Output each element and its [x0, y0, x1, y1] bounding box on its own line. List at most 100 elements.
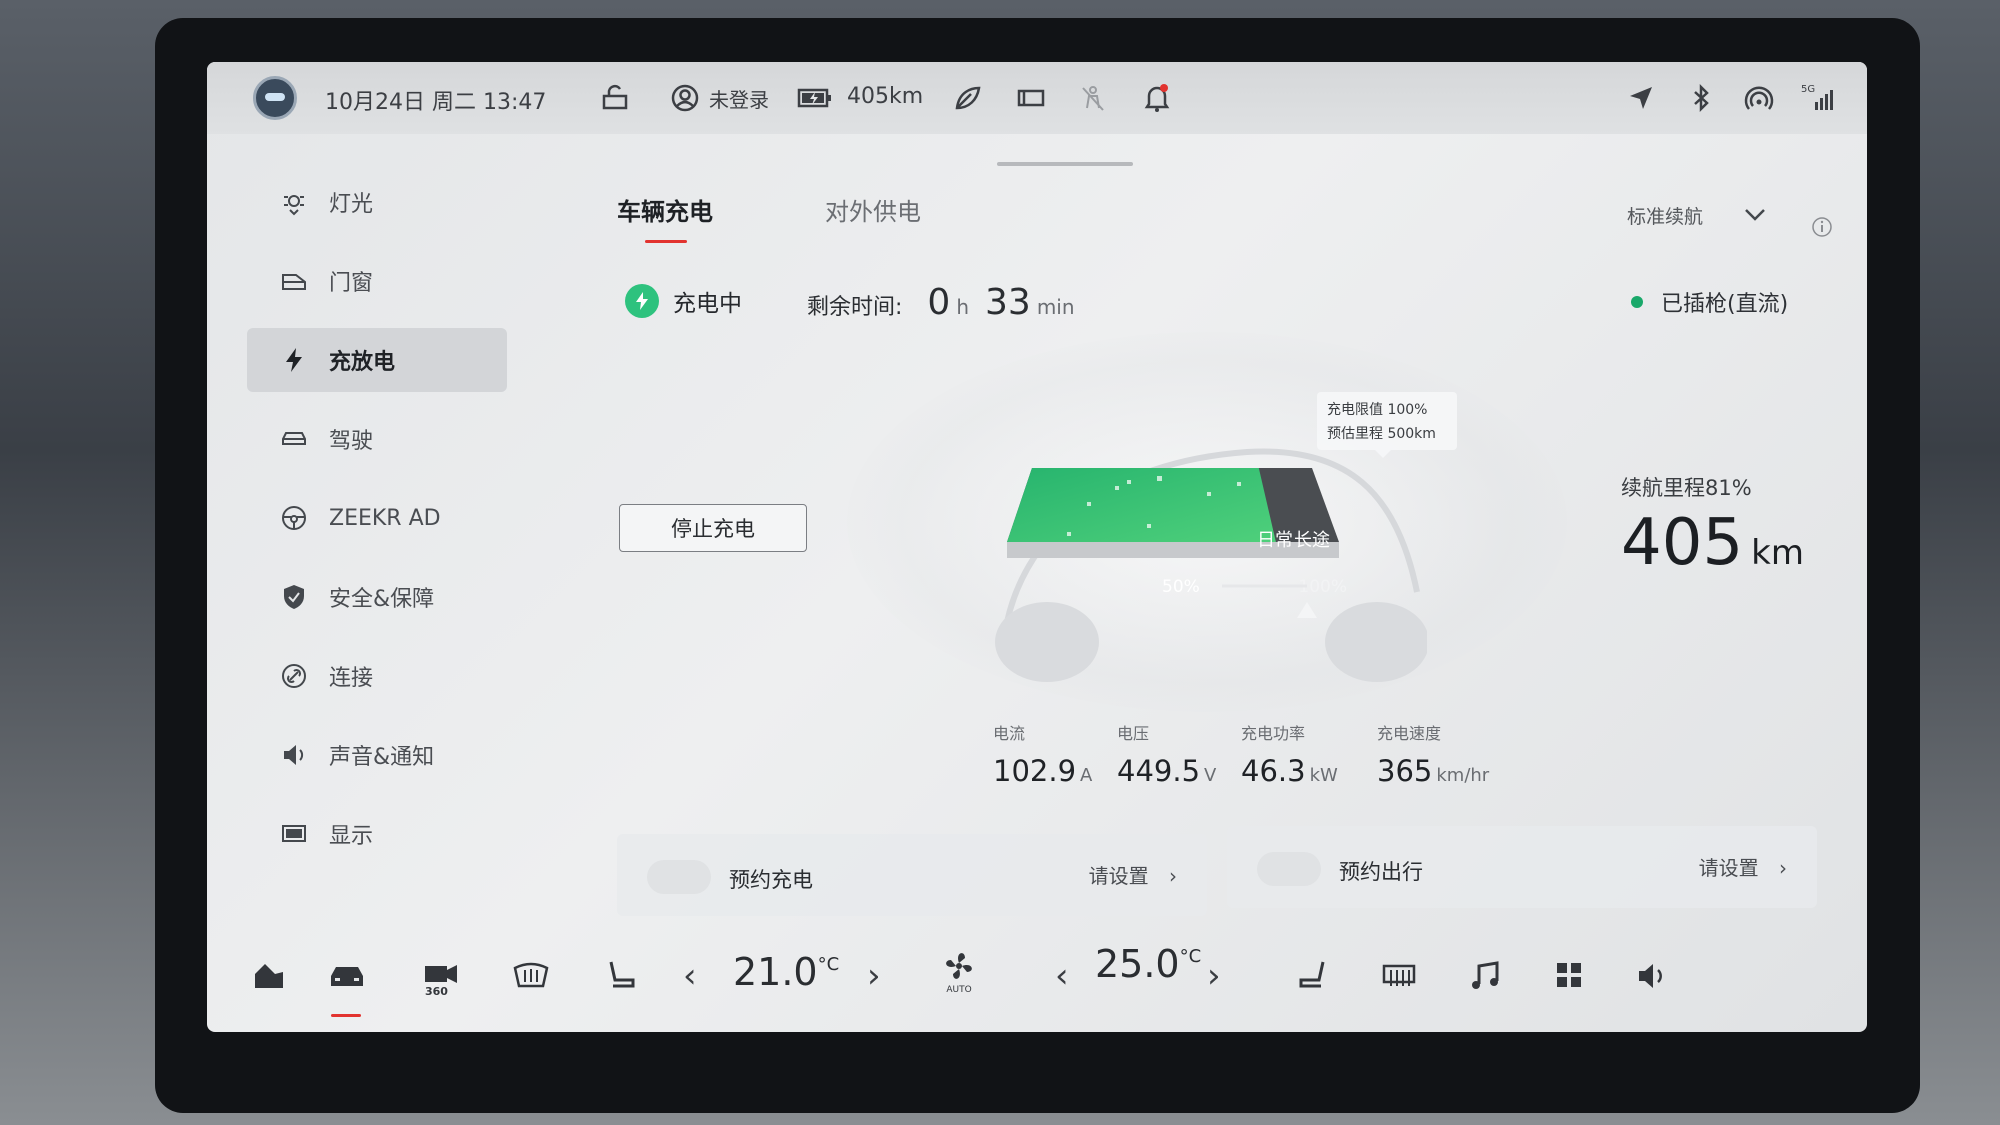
- user-icon[interactable]: [669, 82, 701, 114]
- chevron-down-icon: [1743, 206, 1767, 228]
- charging-status-text: 充电中: [673, 291, 742, 317]
- tab-vehicle-charging[interactable]: 车辆充电: [617, 192, 713, 227]
- home-icon[interactable]: [247, 958, 291, 1002]
- metric-unit: V: [1204, 765, 1217, 786]
- sidebar-item-label: 安全&保障: [329, 587, 435, 612]
- plug-status-text: 已插枪(直流): [1661, 292, 1789, 317]
- stop-charging-button[interactable]: 停止充电: [619, 504, 807, 552]
- battery-scale-min: 50%: [1162, 577, 1200, 597]
- apps-grid-icon[interactable]: [1547, 958, 1591, 1002]
- left-temp-value: 21.0: [733, 950, 818, 994]
- datetime: 10月24日 周二 13:47: [325, 90, 547, 115]
- temp-unit: °C: [1179, 946, 1202, 967]
- metric-label: 充电功率: [1241, 724, 1306, 743]
- music-icon[interactable]: [1463, 958, 1507, 1002]
- battery-range-status: 405km: [847, 84, 924, 109]
- charging-bolt-icon: [625, 284, 659, 318]
- active-dock-indicator: [331, 1014, 361, 1017]
- lightning-icon: [279, 345, 309, 375]
- scheduled-departure-toggle[interactable]: [1257, 852, 1321, 886]
- remaining-minutes: 33: [985, 282, 1031, 323]
- plug-status-dot: [1631, 296, 1643, 308]
- car-screen: 10月24日 周二 13:47 未登录 405km 5G 灯光 门窗 充放电 驾…: [207, 62, 1867, 1032]
- range-label: 续航里程81%: [1621, 476, 1752, 500]
- temp-unit: °C: [817, 954, 840, 975]
- headlight-icon: [279, 187, 309, 217]
- sidebar-item-doors-windows[interactable]: 门窗: [247, 249, 507, 313]
- right-temp-value: 25.0: [1095, 942, 1180, 986]
- seat-left-icon[interactable]: [599, 958, 643, 1002]
- sidebar-item-sound[interactable]: 声音&通知: [247, 723, 507, 787]
- sidebar-item-zeekr-ad[interactable]: ZEEKR AD: [247, 486, 507, 550]
- notification-bell-icon[interactable]: [1141, 82, 1173, 114]
- pull-down-handle[interactable]: [997, 162, 1133, 166]
- assistant-avatar[interactable]: [253, 76, 297, 120]
- active-tab-indicator: [645, 240, 687, 243]
- remaining-hours: 0: [927, 282, 951, 323]
- windshield-defrost-icon[interactable]: [509, 958, 553, 1002]
- metric-value: 102.9: [993, 754, 1077, 788]
- range-number: 405: [1621, 506, 1744, 580]
- tab-external-power[interactable]: 对外供电: [825, 192, 921, 227]
- metric-voltage: 电压 449.5 V: [1117, 720, 1216, 788]
- battery-pack-graphic: 50% 100% 日常 长途: [1007, 468, 1347, 618]
- user-login-status[interactable]: 未登录: [709, 84, 769, 113]
- scheduled-charging-title: 预约充电: [729, 868, 813, 892]
- left-temp-down-button[interactable]: ‹: [683, 956, 697, 996]
- hotspot-icon[interactable]: [1743, 82, 1775, 114]
- scheduled-departure-card[interactable]: 预约出行 请设置 ›: [1227, 826, 1817, 908]
- chevron-right-icon: ›: [1779, 856, 1787, 880]
- sidebar-item-driving[interactable]: 驾驶: [247, 407, 507, 471]
- sidebar-item-label: ZEEKR AD: [329, 505, 441, 531]
- charge-limit-tooltip: 充电限值 100% 预估里程 500km: [1317, 392, 1457, 458]
- charge-mode-dropdown[interactable]: 标准续航: [1627, 202, 1767, 229]
- sidebar-item-connection[interactable]: 连接: [247, 644, 507, 708]
- car-settings-icon[interactable]: [325, 958, 369, 1002]
- shield-icon: [279, 582, 309, 612]
- camera-360-icon[interactable]: 360: [419, 958, 463, 1002]
- metric-power: 充电功率 46.3 kW: [1241, 720, 1338, 788]
- scheduled-charging-setup[interactable]: 请设置 ›: [1089, 860, 1177, 889]
- chevron-right-icon: ›: [1169, 864, 1177, 888]
- scheduled-charging-toggle[interactable]: [647, 860, 711, 894]
- bluetooth-icon[interactable]: [1685, 82, 1717, 114]
- sidebar-item-label: 声音&通知: [329, 745, 435, 770]
- metric-value: 365: [1377, 754, 1433, 788]
- bottom-dock: 360 ‹ 21.0°C › AUTO ‹ 25.0°C ›: [207, 932, 1867, 1032]
- sidebar-item-label: 连接: [329, 666, 374, 691]
- scheduled-departure-setup[interactable]: 请设置 ›: [1699, 852, 1787, 881]
- sidebar-item-charging[interactable]: 充放电: [247, 328, 507, 392]
- eco-leaf-icon[interactable]: [951, 82, 983, 114]
- info-icon[interactable]: [1811, 216, 1833, 242]
- sidebar-item-lights[interactable]: 灯光: [247, 170, 507, 234]
- navigation-arrow-icon[interactable]: [1625, 82, 1657, 114]
- remaining-time: 剩余时间: 0 h 33 min: [807, 282, 1091, 323]
- charging-status: 充电中: [625, 284, 742, 318]
- cellular-signal-icon: 5G: [1801, 82, 1833, 114]
- left-temperature: 21.0°C: [733, 950, 839, 994]
- steering-wheel-icon: [279, 503, 309, 533]
- right-temp-down-button[interactable]: ‹: [1055, 956, 1069, 996]
- rear-defrost-icon[interactable]: [1377, 958, 1421, 1002]
- metric-value: 46.3: [1241, 754, 1306, 788]
- scheduled-charging-card[interactable]: 预约充电 请设置 ›: [617, 834, 1207, 916]
- sidebar-item-label: 驾驶: [329, 429, 374, 454]
- seat-right-icon[interactable]: [1291, 958, 1335, 1002]
- sidebar-item-safety[interactable]: 安全&保障: [247, 565, 507, 629]
- volume-icon[interactable]: [1631, 958, 1675, 1002]
- scheduled-departure-title: 预约出行: [1339, 860, 1423, 884]
- metric-label: 充电速度: [1377, 724, 1442, 743]
- range-unit: km: [1751, 533, 1804, 573]
- left-temp-up-button[interactable]: ›: [867, 956, 881, 996]
- display-icon: [279, 819, 309, 849]
- sidebar-item-display[interactable]: 显示: [247, 802, 507, 866]
- link-icon: [279, 661, 309, 691]
- charge-limit-slider-handle[interactable]: [1297, 602, 1317, 618]
- fan-auto-icon[interactable]: AUTO: [937, 948, 981, 995]
- charge-mode-value: 标准续航: [1627, 206, 1704, 228]
- trunk-unlock-icon[interactable]: [599, 82, 631, 114]
- right-temp-up-button[interactable]: ›: [1207, 956, 1221, 996]
- window-icon[interactable]: [1015, 82, 1047, 114]
- battery-fill: [1007, 468, 1276, 542]
- right-temperature: 25.0°C: [1095, 942, 1201, 986]
